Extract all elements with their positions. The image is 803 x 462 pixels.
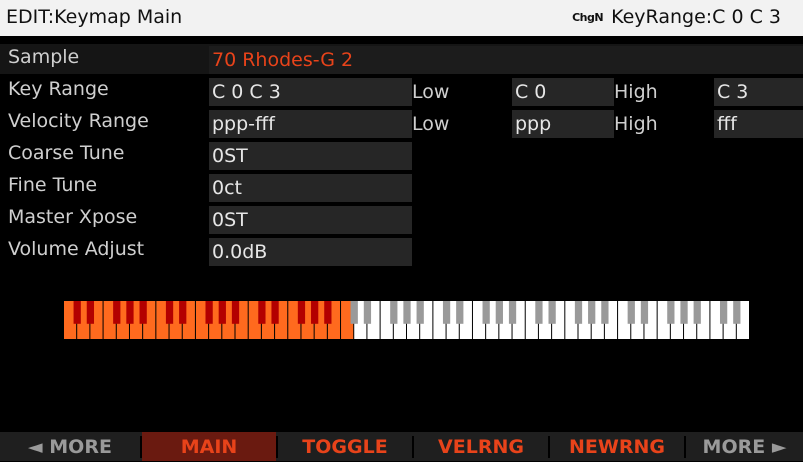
black-key[interactable] bbox=[390, 301, 398, 324]
black-key[interactable] bbox=[667, 301, 675, 324]
row-sample: Sample 70 Rhodes-G 2 bbox=[0, 44, 803, 74]
black-key[interactable] bbox=[258, 301, 266, 324]
keyboard-range-display[interactable] bbox=[64, 301, 750, 339]
black-key[interactable] bbox=[456, 301, 464, 324]
row-velocity-range: Velocity Range ppp-fff Low ppp High fff bbox=[0, 108, 803, 138]
row-volume-adjust: Volume Adjust 0.0dB bbox=[0, 236, 803, 266]
row-master-xpose: Master Xpose 0ST bbox=[0, 204, 803, 234]
coarse-tune-field[interactable]: 0ST bbox=[209, 142, 412, 170]
sample-label: Sample bbox=[8, 46, 80, 68]
velocity-range-label: Velocity Range bbox=[8, 110, 149, 132]
row-key-range: Key Range C 0 C 3 Low C 0 High C 3 bbox=[0, 76, 803, 106]
black-key[interactable] bbox=[113, 301, 121, 324]
black-key[interactable] bbox=[231, 301, 240, 324]
black-key[interactable] bbox=[535, 301, 543, 324]
black-key[interactable] bbox=[218, 301, 226, 324]
black-key[interactable] bbox=[574, 301, 583, 324]
master-xpose-field[interactable]: 0ST bbox=[209, 206, 412, 234]
black-key[interactable] bbox=[271, 301, 279, 324]
key-range-high-field[interactable]: C 3 bbox=[714, 78, 803, 106]
coarse-tune-label: Coarse Tune bbox=[8, 142, 125, 164]
black-key[interactable] bbox=[442, 301, 451, 324]
black-key[interactable] bbox=[311, 301, 319, 324]
black-key[interactable] bbox=[165, 301, 174, 324]
black-key[interactable] bbox=[495, 301, 503, 324]
black-key[interactable] bbox=[693, 301, 701, 324]
velrng-button[interactable]: VELRNG bbox=[414, 432, 548, 461]
black-key[interactable] bbox=[601, 301, 609, 324]
row-fine-tune: Fine Tune 0ct bbox=[0, 172, 803, 202]
velocity-high-field[interactable]: fff bbox=[714, 110, 803, 138]
black-key[interactable] bbox=[350, 301, 358, 324]
black-key[interactable] bbox=[73, 301, 81, 324]
row-coarse-tune: Coarse Tune 0ST bbox=[0, 140, 803, 170]
black-key[interactable] bbox=[640, 301, 649, 324]
black-key[interactable] bbox=[86, 301, 95, 324]
black-key[interactable] bbox=[588, 301, 596, 324]
fine-tune-label: Fine Tune bbox=[8, 174, 98, 196]
black-key[interactable] bbox=[416, 301, 424, 324]
black-key[interactable] bbox=[297, 301, 306, 324]
key-range-label: Key Range bbox=[8, 78, 109, 100]
black-key[interactable] bbox=[179, 301, 187, 324]
sample-field[interactable]: 70 Rhodes-G 2 bbox=[209, 46, 803, 74]
black-key[interactable] bbox=[508, 301, 517, 324]
volume-adjust-label: Volume Adjust bbox=[8, 238, 145, 260]
black-key[interactable] bbox=[627, 301, 635, 324]
velocity-high-label: High bbox=[614, 113, 658, 135]
more-left-button[interactable]: ◄ MORE bbox=[0, 432, 140, 461]
key-range-low-label: Low bbox=[412, 81, 450, 103]
black-key[interactable] bbox=[324, 301, 332, 324]
black-key[interactable] bbox=[139, 301, 147, 324]
black-key[interactable] bbox=[733, 301, 741, 324]
master-xpose-label: Master Xpose bbox=[8, 206, 138, 228]
title-bar: EDIT:Keymap Main ChgN KeyRange:C 0 C 3 bbox=[0, 0, 803, 36]
velocity-range-field[interactable]: ppp-fff bbox=[209, 110, 412, 138]
more-right-button[interactable]: MORE ► bbox=[686, 432, 803, 461]
toggle-button[interactable]: TOGGLE bbox=[278, 432, 412, 461]
keyrange-readout: KeyRange:C 0 C 3 bbox=[611, 6, 781, 28]
black-key[interactable] bbox=[548, 301, 556, 324]
key-range-field[interactable]: C 0 C 3 bbox=[209, 78, 412, 106]
black-key[interactable] bbox=[719, 301, 728, 324]
key-range-high-label: High bbox=[614, 81, 658, 103]
velocity-low-field[interactable]: ppp bbox=[512, 110, 614, 138]
velocity-low-label: Low bbox=[412, 113, 450, 135]
soft-button-bar: ◄ MORE MAIN TOGGLE VELRNG NEWRNG MORE ► bbox=[0, 432, 803, 461]
newrng-button[interactable]: NEWRNG bbox=[550, 432, 684, 461]
volume-adjust-field[interactable]: 0.0dB bbox=[209, 238, 412, 266]
black-key[interactable] bbox=[482, 301, 490, 324]
fine-tune-field[interactable]: 0ct bbox=[209, 174, 412, 202]
main-button[interactable]: MAIN bbox=[142, 432, 276, 461]
title-right: ChgN KeyRange:C 0 C 3 bbox=[572, 6, 781, 28]
change-notify-icon: ChgN bbox=[572, 10, 604, 24]
key-range-low-field[interactable]: C 0 bbox=[512, 78, 614, 106]
black-key[interactable] bbox=[363, 301, 372, 324]
black-key[interactable] bbox=[680, 301, 688, 324]
black-key[interactable] bbox=[403, 301, 411, 324]
page-title: EDIT:Keymap Main bbox=[6, 6, 183, 28]
black-key[interactable] bbox=[126, 301, 134, 324]
black-key[interactable] bbox=[205, 301, 213, 324]
